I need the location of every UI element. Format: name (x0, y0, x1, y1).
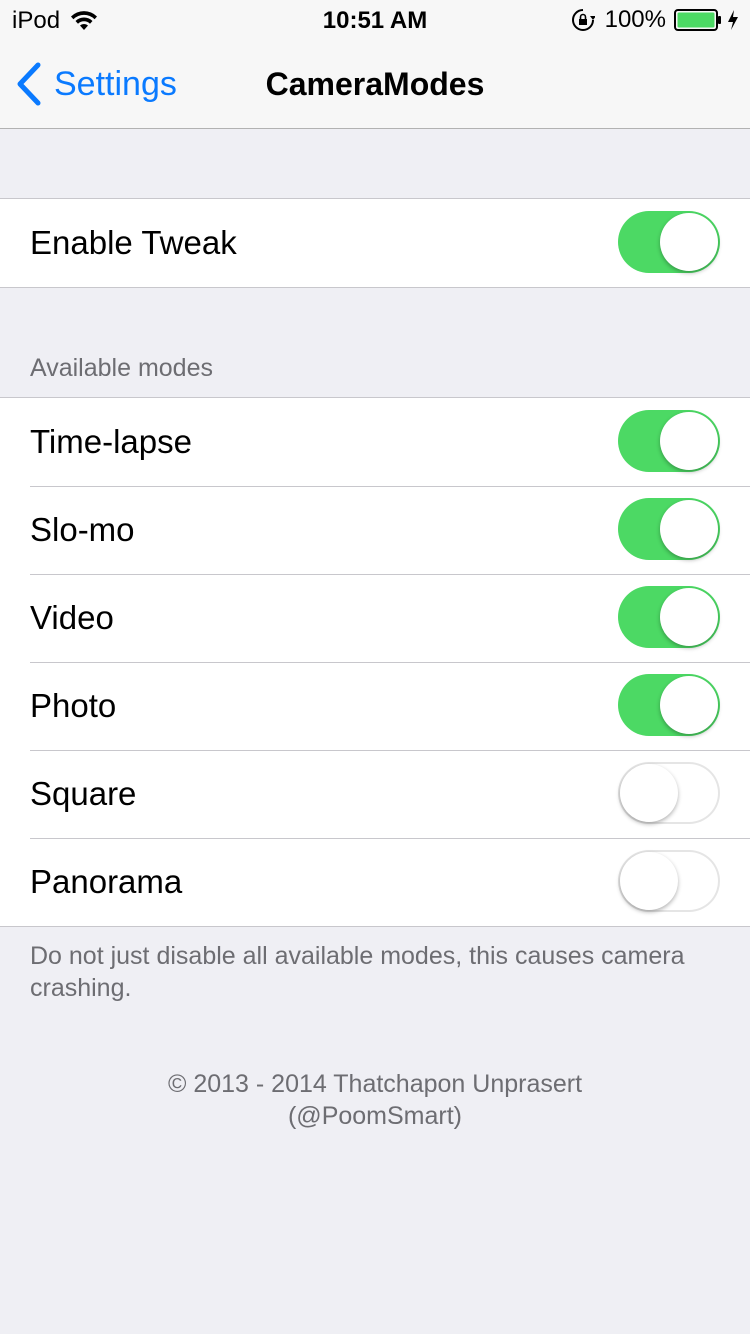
enable-tweak-row: Enable Tweak (0, 199, 750, 287)
battery-icon (674, 9, 721, 31)
status-right: 100% (571, 6, 740, 34)
mode-row-photo: Photo (0, 662, 750, 750)
square-toggle[interactable] (618, 762, 720, 824)
charging-bolt-icon (728, 10, 738, 30)
mode-row-time-lapse: Time-lapse (0, 398, 750, 486)
copyright: © 2013 - 2014 Thatchapon Unprasert (@Poo… (0, 1068, 750, 1132)
row-label: Video (30, 599, 114, 636)
slo-mo-toggle[interactable] (618, 498, 720, 560)
toggle-knob (660, 412, 718, 470)
modes-group: Time-lapse Slo-mo Video Photo Square Pan… (0, 397, 750, 927)
enable-group: Enable Tweak (0, 198, 750, 288)
photo-toggle[interactable] (618, 674, 720, 736)
copyright-handle: (@PoomSmart) (287, 1102, 462, 1130)
modes-footer-note: Do not just disable all available modes,… (30, 942, 685, 1002)
navigation-bar: Settings CameraModes (0, 40, 750, 129)
copyright-line: © 2013 - 2014 Thatchapon Unprasert (167, 1070, 583, 1098)
time-lapse-toggle[interactable] (618, 410, 720, 472)
mode-row-video: Video (0, 574, 750, 662)
toggle-knob (620, 852, 678, 910)
rotation-lock-icon (571, 9, 595, 31)
battery-percent: 100% (604, 6, 666, 33)
mode-row-panorama: Panorama (0, 838, 750, 926)
row-label: Slo-mo (30, 511, 135, 548)
toggle-knob (620, 764, 678, 822)
row-label: Time-lapse (30, 423, 192, 460)
row-label: Photo (30, 687, 117, 724)
status-bar: iPod 10:51 AM 100% (0, 0, 750, 40)
toggle-knob (660, 500, 718, 558)
enable-tweak-toggle[interactable] (618, 211, 720, 273)
mode-row-square: Square (0, 750, 750, 838)
page-title: CameraModes (265, 66, 485, 102)
row-label: Enable Tweak (30, 224, 237, 261)
toggle-knob (660, 213, 718, 271)
row-label: Panorama (30, 863, 183, 900)
toggle-knob (660, 676, 718, 734)
toggle-knob (660, 588, 718, 646)
section-header: Available modes (30, 354, 213, 382)
mode-row-slo-mo: Slo-mo (0, 486, 750, 574)
row-label: Square (30, 775, 137, 812)
video-toggle[interactable] (618, 586, 720, 648)
panorama-toggle[interactable] (618, 850, 720, 912)
